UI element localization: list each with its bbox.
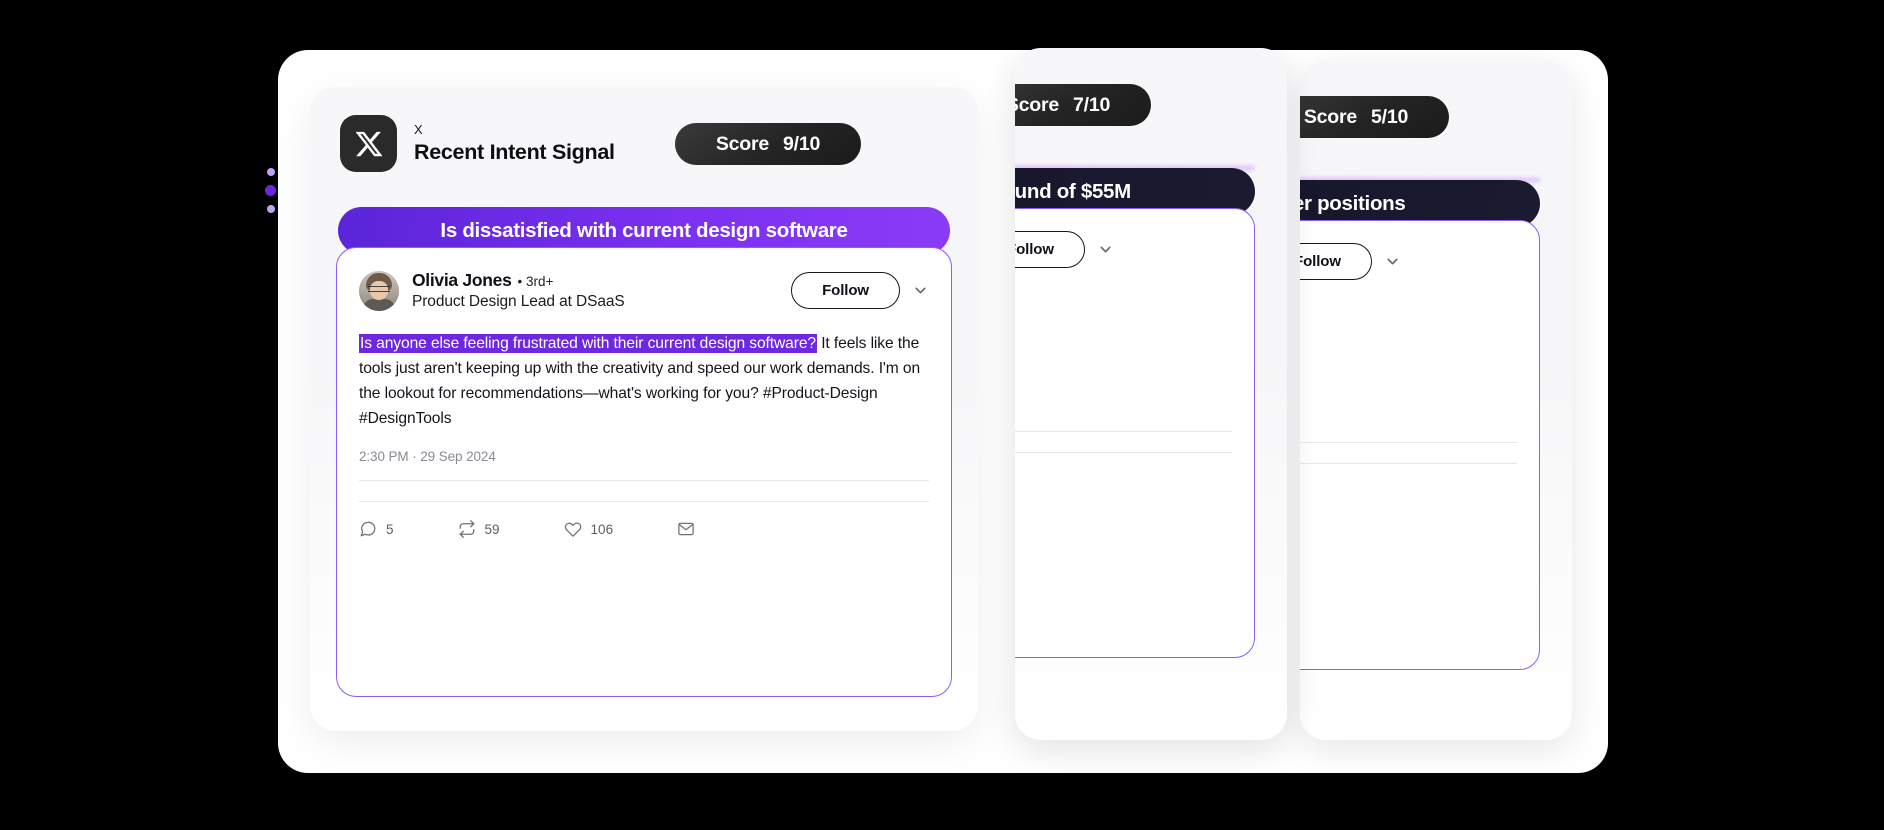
avatar: [359, 270, 399, 311]
like-count: 106: [590, 521, 614, 537]
profile-role: Product Design Lead at DSaaS: [412, 293, 625, 310]
profile-row-1: Olivia Jones • 3rd+ Product Design Lead …: [359, 270, 929, 311]
post-timestamp: 2:30 PM · 29 Sep 2024: [359, 449, 496, 464]
follow-button-1[interactable]: Follow: [791, 272, 900, 309]
share-metric[interactable]: [677, 520, 704, 538]
retweet-count: 59: [484, 521, 500, 537]
reply-count: 5: [386, 521, 394, 537]
retweet-metric[interactable]: 59: [458, 520, 500, 538]
post-panel-1[interactable]: Olivia Jones • 3rd+ Product Design Lead …: [336, 247, 952, 697]
score-label: Score: [1015, 93, 1060, 116]
follow-button-2[interactable]: Follow: [1015, 231, 1085, 268]
profile-row-3: Follow: [1300, 243, 1517, 280]
chevron-down-icon-2[interactable]: [1097, 241, 1114, 258]
reply-metric[interactable]: 5: [359, 520, 394, 538]
profile-row-2: Follow: [1015, 231, 1232, 268]
x-logo-icon: [340, 115, 397, 172]
divider-bottom: [359, 501, 929, 502]
profile-name: Olivia Jones: [412, 270, 512, 290]
page-title: Recent Intent Signal: [414, 140, 615, 164]
score-badge-1: Score 9/10: [675, 123, 861, 165]
x-glyph: [355, 131, 383, 156]
retweet-icon: [459, 520, 474, 538]
score-value: 7/10: [1073, 93, 1111, 116]
post-panel-2[interactable]: Follow t DSaaS has just ncredible $55M! …: [1015, 208, 1255, 658]
carousel-dots[interactable]: [265, 168, 276, 213]
post-body-2: t DSaaS has just ncredible $55M! our vis…: [1015, 288, 1232, 413]
score-badge-2: Score 7/10: [1015, 84, 1151, 126]
post-highlight: Is anyone else feeling frustrated with t…: [359, 334, 817, 353]
card-header: X Recent Intent Signal: [340, 115, 615, 172]
screenshot-stage: Score 5/10 Hiring for designer positions…: [0, 0, 1884, 830]
share-icon: [678, 522, 694, 536]
carousel-dot-1[interactable]: [266, 168, 275, 176]
signal-card-3[interactable]: Score 5/10 Hiring for designer positions…: [1300, 60, 1572, 740]
carousel-dot-2[interactable]: [265, 185, 276, 196]
post-body-3: nate Product a Product Designer designin…: [1300, 300, 1517, 400]
post-body-1: Is anyone else feeling frustrated with t…: [359, 331, 929, 431]
chevron-down-icon-1[interactable]: [912, 282, 929, 299]
score-label: Score: [715, 132, 770, 155]
metrics-row-2: [1015, 471, 1232, 495]
metrics-row-1: 5 59 106: [359, 520, 929, 544]
score-value: 5/10: [1371, 105, 1409, 128]
post-panel-3[interactable]: Follow nate Product a Product Designer d…: [1300, 220, 1540, 670]
signal-card-1[interactable]: X Recent Intent Signal Score 9/10 Is dis…: [310, 87, 978, 731]
profile-degree: • 3rd+: [517, 274, 554, 289]
divider-top: [359, 480, 929, 481]
follow-button-3[interactable]: Follow: [1300, 243, 1372, 280]
reply-icon: [360, 521, 376, 537]
score-badge-3: Score 5/10: [1300, 96, 1449, 138]
score-label: Score: [1303, 105, 1358, 128]
platform-label: X: [414, 122, 423, 137]
like-icon: [564, 522, 581, 537]
like-metric[interactable]: 106: [564, 520, 614, 538]
chevron-down-icon-3[interactable]: [1384, 253, 1401, 270]
metrics-row-3: [1300, 482, 1517, 506]
score-value: 9/10: [783, 132, 821, 155]
signal-card-2[interactable]: Score 7/10 Raised a funding round of $55…: [1015, 48, 1287, 740]
carousel-dot-3[interactable]: [266, 205, 275, 213]
